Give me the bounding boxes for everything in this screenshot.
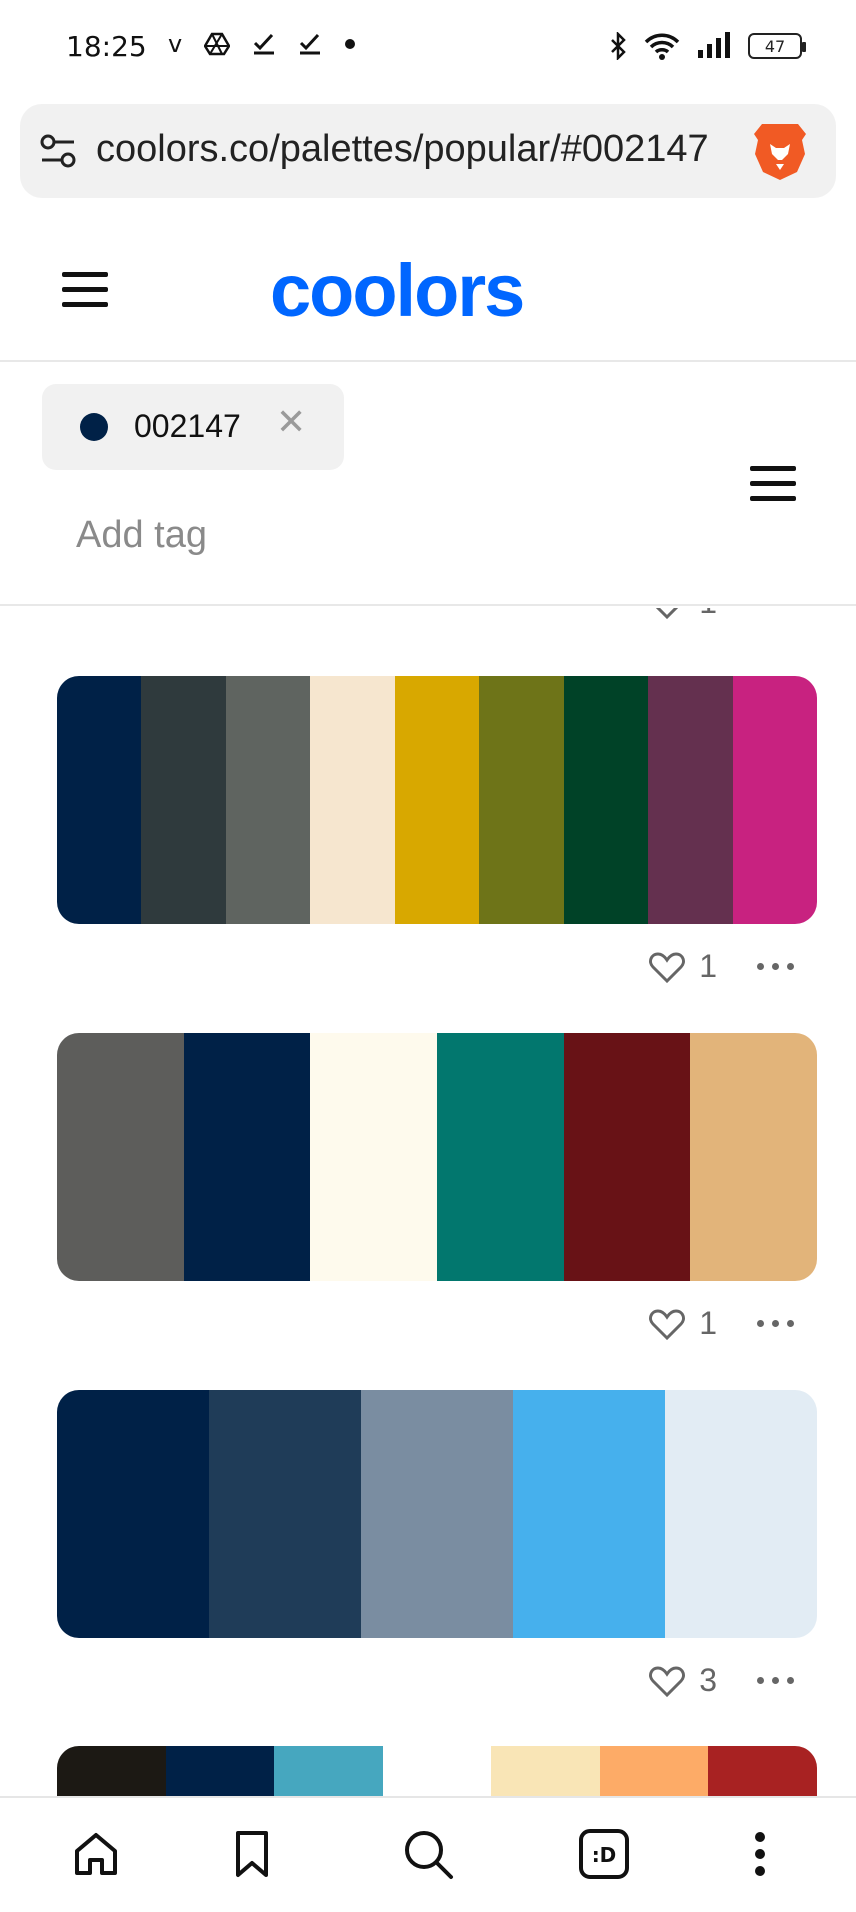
more-options-icon[interactable]	[757, 963, 794, 970]
color-swatch[interactable]	[491, 1746, 600, 1796]
wifi-icon	[644, 33, 680, 60]
tag-chip[interactable]: 002147 ✕	[42, 384, 344, 470]
color-swatch[interactable]	[183, 1033, 311, 1281]
more-menu-button[interactable]	[728, 1822, 792, 1886]
dot-icon	[345, 39, 356, 49]
color-swatch[interactable]	[57, 1033, 184, 1281]
bookmarks-button[interactable]	[220, 1822, 284, 1886]
status-bar: 18:25 v 47	[0, 0, 856, 100]
drive-icon	[204, 32, 231, 56]
palette-feed: 1 1 1 3	[0, 608, 856, 1796]
tag-label: 002147	[134, 408, 241, 444]
color-swatch[interactable]	[690, 1033, 817, 1281]
coolors-logo[interactable]: coolors	[270, 248, 525, 333]
color-swatch[interactable]	[165, 1746, 275, 1796]
menu-icon[interactable]	[62, 270, 108, 310]
check-icon	[254, 33, 275, 55]
palette-card[interactable]	[57, 1746, 817, 1796]
check-icon	[300, 33, 321, 55]
color-swatch[interactable]	[209, 1390, 361, 1638]
palette-card[interactable]	[57, 1390, 817, 1638]
site-settings-icon[interactable]	[38, 130, 80, 172]
like-count: 1	[699, 948, 717, 984]
like-count: 1	[699, 608, 717, 621]
color-swatch[interactable]	[708, 1746, 817, 1796]
color-swatch[interactable]	[563, 1033, 691, 1281]
address-bar[interactable]: coolors.co/palettes/popular/#002147	[20, 104, 836, 198]
heart-icon[interactable]	[649, 1665, 686, 1697]
bookmark-icon	[236, 1831, 268, 1877]
color-dot-icon	[80, 413, 108, 441]
site-header: coolors	[0, 220, 856, 362]
color-swatch[interactable]	[732, 676, 817, 924]
color-swatch[interactable]	[310, 676, 395, 924]
more-vertical-icon	[755, 1832, 765, 1876]
palette-actions: 1	[649, 948, 794, 985]
filter-menu-icon[interactable]	[750, 464, 796, 504]
browser-bottom-nav: :D	[0, 1796, 856, 1912]
like-count: 1	[699, 1305, 717, 1341]
palette-card[interactable]	[57, 676, 817, 924]
heart-icon[interactable]	[649, 951, 686, 983]
color-swatch[interactable]	[310, 1033, 438, 1281]
like-count: 3	[699, 1662, 717, 1698]
battery-icon: 47	[748, 33, 806, 59]
remove-tag-icon[interactable]: ✕	[276, 402, 306, 443]
color-swatch[interactable]	[437, 1033, 564, 1281]
v-icon: v	[168, 30, 183, 58]
palette-actions: 1	[649, 608, 794, 621]
add-tag-input[interactable]: Add tag	[76, 514, 207, 557]
signal-icon	[698, 32, 730, 58]
tabs-button[interactable]: :D	[572, 1822, 636, 1886]
more-options-icon[interactable]	[757, 1320, 794, 1327]
color-swatch[interactable]	[57, 676, 142, 924]
tag-filter: 002147 ✕ Add tag	[0, 364, 856, 606]
palette-card[interactable]	[57, 1033, 817, 1281]
palette-actions: 3	[649, 1662, 794, 1699]
home-icon	[75, 1833, 117, 1875]
more-options-icon[interactable]	[757, 1677, 794, 1684]
color-swatch[interactable]	[57, 1390, 209, 1638]
bluetooth-icon	[611, 32, 626, 60]
color-swatch[interactable]	[599, 1746, 709, 1796]
heart-icon[interactable]	[649, 608, 685, 619]
heart-icon[interactable]	[649, 1308, 686, 1340]
color-swatch[interactable]	[648, 676, 733, 924]
color-swatch[interactable]	[141, 676, 226, 924]
color-swatch[interactable]	[479, 676, 564, 924]
color-swatch[interactable]	[382, 1746, 492, 1796]
search-button[interactable]	[396, 1822, 460, 1886]
notification-icons: v	[168, 32, 356, 56]
tab-switcher-icon: :D	[579, 1829, 629, 1879]
brave-shields-icon[interactable]	[752, 120, 808, 182]
status-time: 18:25	[66, 30, 147, 63]
color-swatch[interactable]	[225, 676, 311, 924]
palette-actions: 1	[649, 1305, 794, 1342]
url-text[interactable]: coolors.co/palettes/popular/#002147	[96, 128, 709, 171]
system-icons: 47	[610, 32, 806, 60]
color-swatch[interactable]	[57, 1746, 166, 1796]
svg-text::D: :D	[592, 1843, 617, 1867]
home-button[interactable]	[64, 1822, 128, 1886]
search-icon	[405, 1831, 453, 1879]
color-swatch[interactable]	[274, 1746, 383, 1796]
color-swatch[interactable]	[394, 676, 480, 924]
battery-level: 47	[764, 36, 786, 56]
color-swatch[interactable]	[563, 676, 649, 924]
color-swatch[interactable]	[361, 1390, 513, 1638]
color-swatch[interactable]	[665, 1390, 817, 1638]
color-swatch[interactable]	[513, 1390, 665, 1638]
